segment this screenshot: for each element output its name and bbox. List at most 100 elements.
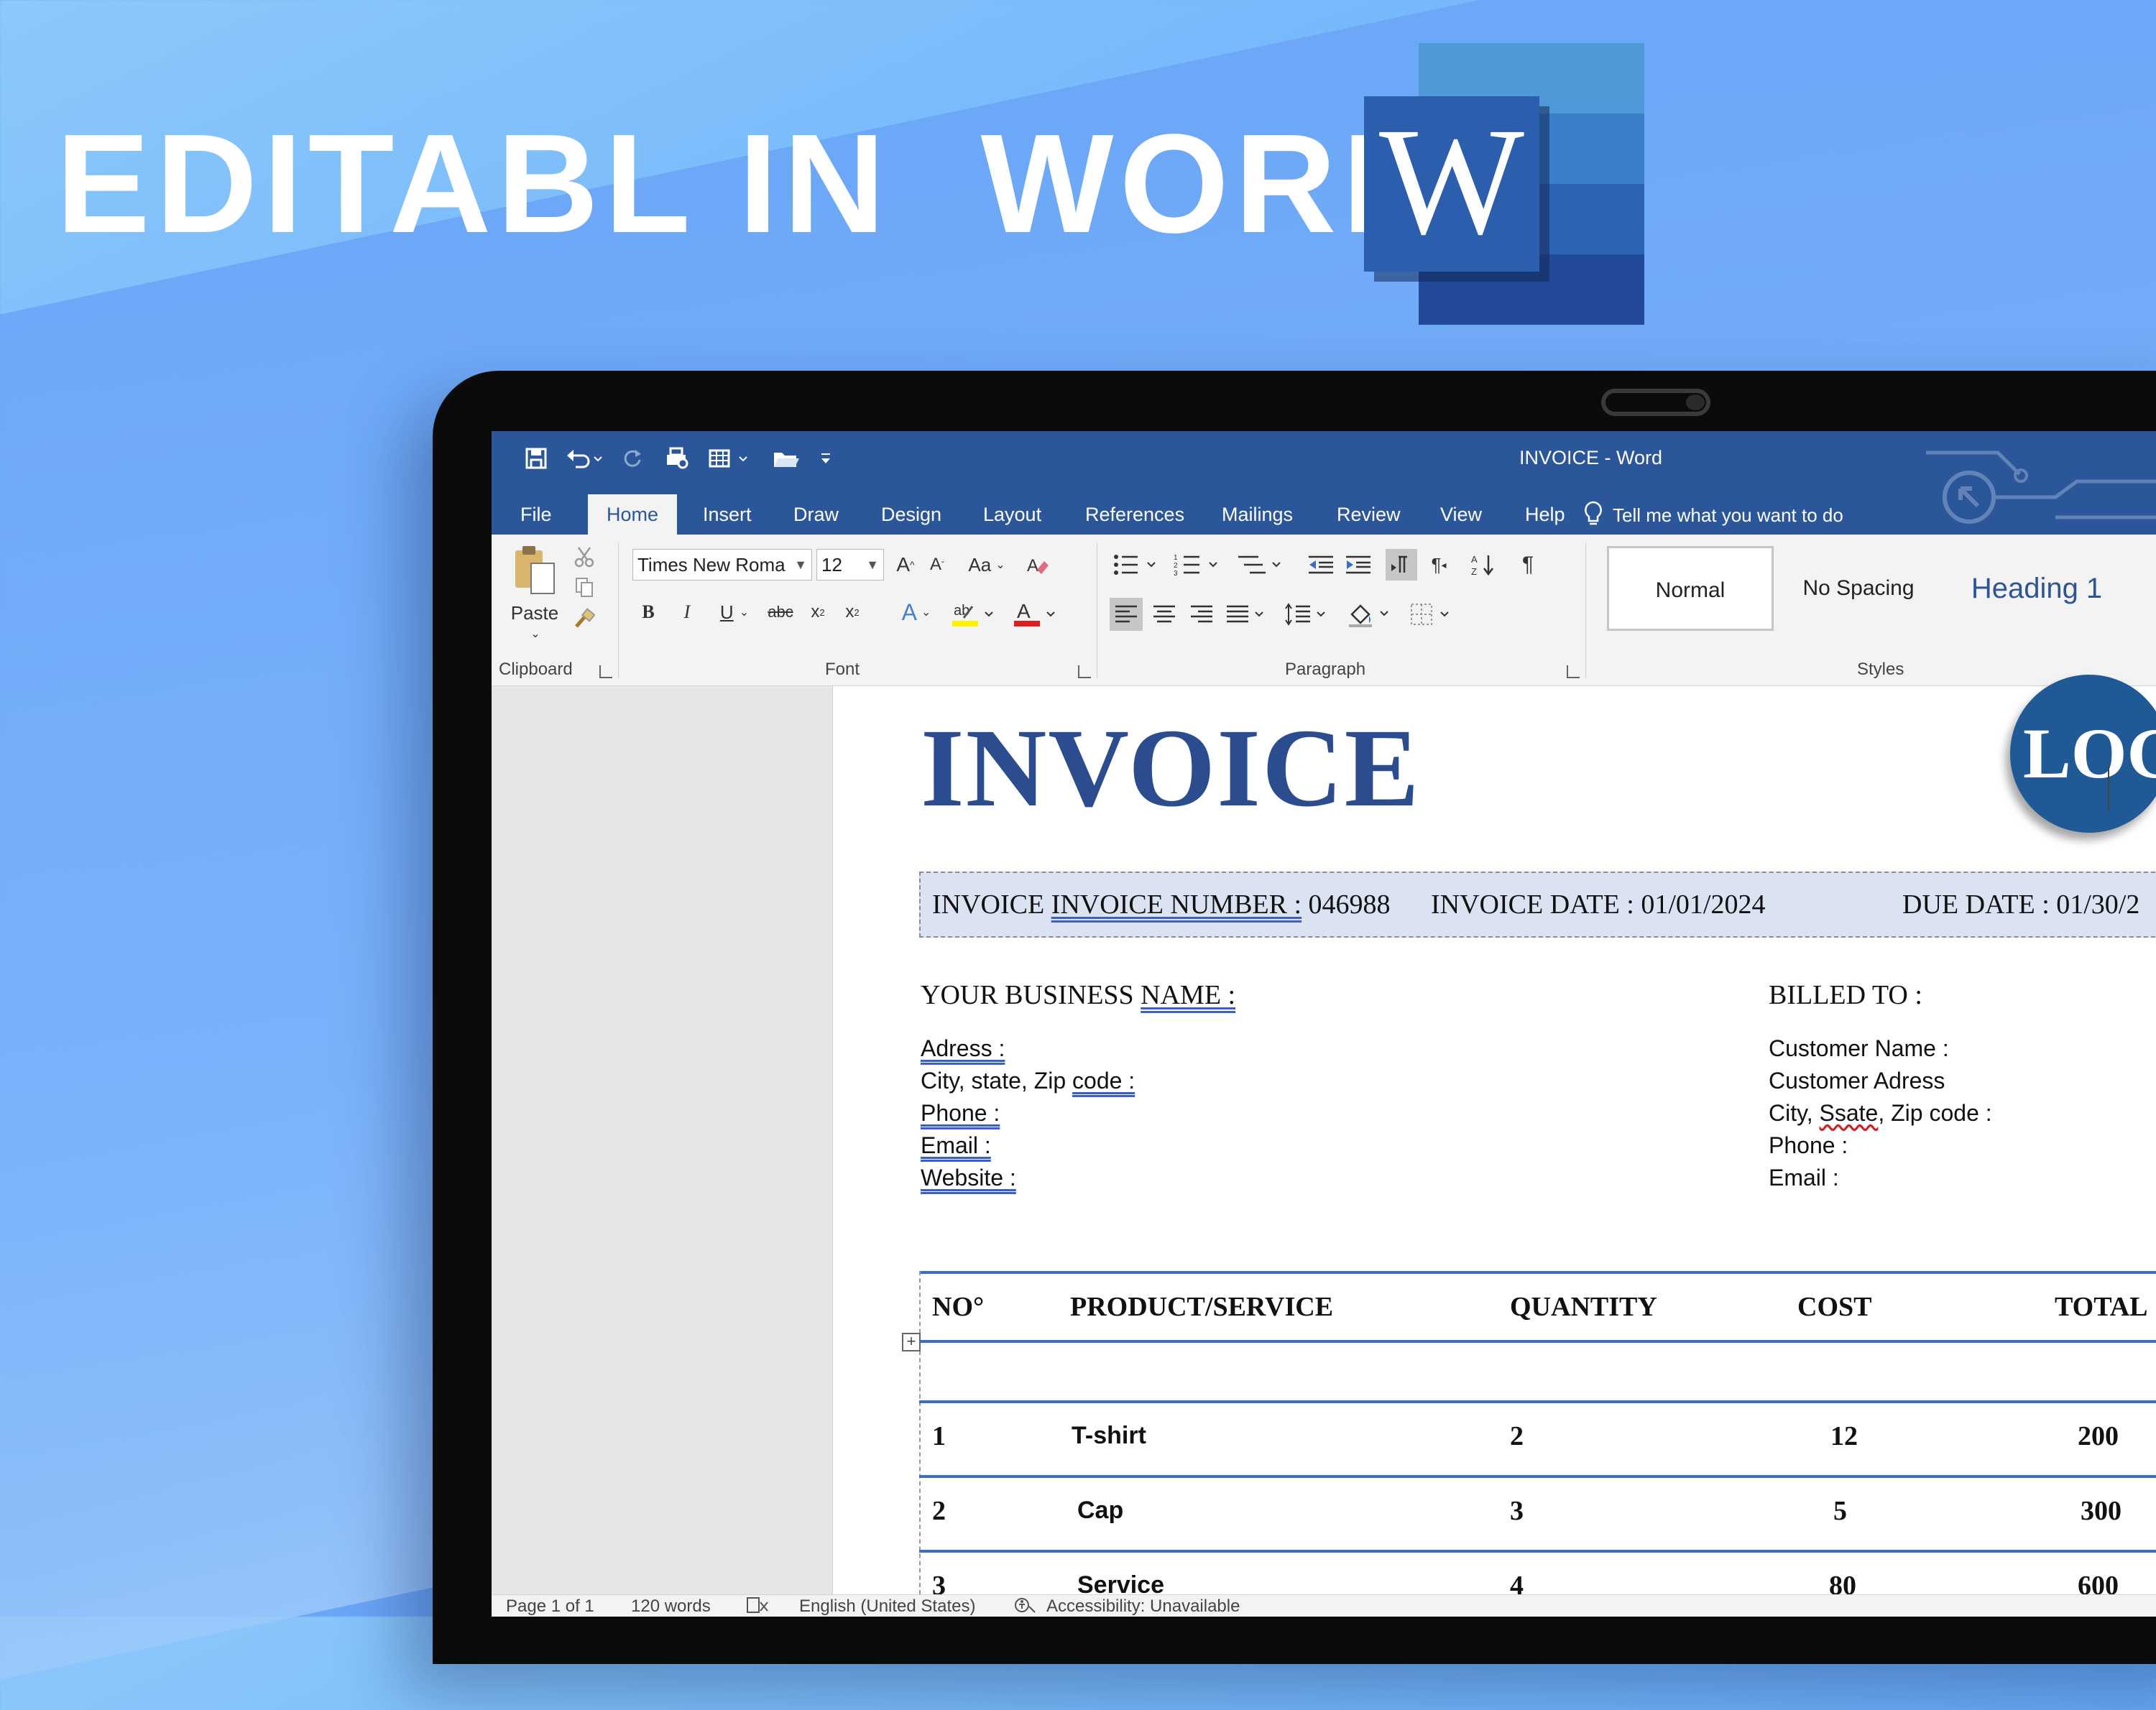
logo-placeholder[interactable]: LOG (2010, 675, 2156, 833)
table-row-qty: 3 (1510, 1496, 1524, 1526)
word-logo: W (1364, 43, 1644, 325)
chevron-down-icon: ▼ (866, 558, 879, 572)
ltr-direction-icon[interactable] (1386, 549, 1417, 581)
align-center-icon[interactable] (1148, 598, 1180, 631)
tab-mailings[interactable]: Mailings (1222, 496, 1293, 535)
subscript-icon[interactable]: x2 (805, 598, 831, 627)
format-painter-icon[interactable] (572, 606, 596, 631)
italic-icon[interactable]: I (674, 598, 700, 627)
borders-icon[interactable] (1407, 598, 1457, 631)
style-heading-1[interactable]: Heading 1 (1950, 546, 2123, 631)
customize-icon[interactable] (815, 443, 837, 474)
numbering-icon[interactable]: 123 (1171, 550, 1226, 579)
grow-font-icon[interactable]: A ^ (891, 550, 920, 579)
tab-home[interactable]: Home (588, 494, 678, 535)
font-name-combo[interactable]: Times New Roma ▼ (632, 549, 812, 581)
invoice-date: INVOICE DATE : 01/01/2024 (1431, 889, 1766, 920)
page-count[interactable]: Page 1 of 1 (506, 1596, 594, 1617)
undo-icon[interactable] (563, 443, 607, 474)
proofing-icon[interactable] (746, 1596, 769, 1617)
multilevel-list-icon[interactable] (1235, 550, 1289, 579)
tab-design[interactable]: Design (881, 496, 941, 535)
paste-dropdown-icon[interactable]: ⌄ (525, 625, 546, 642)
bold-icon[interactable]: B (635, 598, 661, 627)
customer-city-prefix: City, (1769, 1100, 1820, 1126)
paragraph-launcher-icon[interactable] (1567, 665, 1580, 678)
shading-icon[interactable] (1345, 598, 1396, 631)
group-separator (618, 543, 619, 678)
document-page[interactable]: INVOICE LOG INVOICE INVOICE NUMBER : 046… (832, 675, 2156, 1601)
line-spacing-icon[interactable] (1282, 598, 1332, 631)
table-top-border (919, 1271, 2156, 1274)
tab-file[interactable]: File (520, 496, 552, 535)
accessibility-status[interactable]: Accessibility: Unavailable (1046, 1596, 1240, 1617)
invoice-number-value: 046988 (1302, 889, 1391, 920)
business-city-label: code : (1072, 1068, 1135, 1094)
table-row-total: 300 (2081, 1496, 2122, 1526)
svg-text:A: A (1027, 556, 1038, 576)
underline-icon[interactable]: U ⌄ (713, 598, 756, 627)
table-move-handle-icon[interactable]: + (902, 1333, 921, 1351)
increase-indent-icon[interactable] (1342, 550, 1374, 579)
font-launcher-icon[interactable] (1078, 665, 1091, 678)
tab-draw[interactable]: Draw (793, 496, 839, 535)
table-header-no: NO° (932, 1292, 985, 1322)
change-case-button[interactable]: Aa ⌄ (962, 550, 1012, 579)
text-effects-icon[interactable]: A ⌄ (894, 598, 939, 627)
sort-icon[interactable]: AZ (1468, 549, 1499, 581)
highlight-color-icon[interactable]: ab (949, 598, 1000, 629)
headline: EDITABL IN WORD (56, 105, 1450, 262)
tab-help[interactable]: Help (1525, 496, 1565, 535)
svg-text:2: 2 (1174, 562, 1178, 570)
accessibility-icon[interactable] (1013, 1596, 1038, 1617)
table-icon[interactable] (706, 443, 753, 474)
style-no-spacing[interactable]: No Spacing (1779, 546, 1938, 631)
font-color-icon[interactable]: A (1010, 598, 1062, 629)
font-size-combo[interactable]: 12 ▼ (816, 549, 884, 581)
tab-layout[interactable]: Layout (983, 496, 1041, 535)
open-icon[interactable] (770, 443, 802, 474)
circuit-decoration (1926, 450, 2156, 524)
cut-icon[interactable] (572, 545, 596, 569)
copy-icon[interactable] (572, 575, 596, 599)
business-name-label: NAME : (1141, 980, 1236, 1010)
invoice-info-bar: INVOICE INVOICE NUMBER : 046988 INVOICE … (919, 872, 2156, 938)
strikethrough-icon[interactable]: abc (765, 598, 796, 627)
show-formatting-icon[interactable]: ¶ (1512, 549, 1544, 581)
paste-button[interactable]: Paste (506, 601, 563, 625)
shrink-font-icon[interactable]: Aˇ (923, 550, 952, 579)
word-count[interactable]: 120 words (631, 1596, 711, 1617)
save-icon[interactable] (520, 443, 552, 474)
superscript-icon[interactable]: x2 (839, 598, 865, 627)
customer-email: Email : (1769, 1165, 1839, 1191)
tell-me-search[interactable]: Tell me what you want to do (1613, 504, 1843, 527)
text-cursor (2108, 767, 2109, 811)
justify-icon[interactable] (1223, 598, 1271, 631)
tab-insert[interactable]: Insert (703, 496, 752, 535)
align-left-icon[interactable] (1110, 598, 1143, 631)
tab-review[interactable]: Review (1337, 496, 1401, 535)
print-preview-icon[interactable] (661, 443, 693, 474)
rtl-direction-icon[interactable]: ¶ ◂ (1423, 549, 1455, 581)
tab-references[interactable]: References (1085, 496, 1184, 535)
customer-city-suffix: , Zip code : (1878, 1100, 1992, 1126)
decrease-indent-icon[interactable] (1305, 550, 1337, 579)
tab-view[interactable]: View (1440, 496, 1482, 535)
clear-formatting-icon[interactable]: A (1022, 550, 1054, 579)
language[interactable]: English (United States) (799, 1596, 975, 1617)
redo-icon[interactable] (618, 443, 647, 474)
bullets-icon[interactable] (1110, 550, 1164, 579)
logo-text: LOG (2023, 713, 2156, 793)
word-window: INVOICE - Word File Home Insert Draw Des… (492, 431, 2156, 1617)
chevron-down-icon: ⌄ (995, 559, 1005, 571)
styles-group-label: Styles (1857, 660, 1904, 679)
paste-icon[interactable] (510, 542, 561, 599)
svg-text:A: A (1017, 600, 1031, 622)
spelling-error[interactable]: Ssate (1820, 1100, 1879, 1126)
clipboard-launcher-icon[interactable] (599, 665, 612, 678)
style-normal[interactable]: Normal (1607, 546, 1774, 631)
window-title: INVOICE - Word (1519, 447, 1663, 468)
logo-tile: W (1364, 96, 1539, 272)
table-row-border (919, 1400, 2156, 1403)
align-right-icon[interactable] (1186, 598, 1217, 631)
